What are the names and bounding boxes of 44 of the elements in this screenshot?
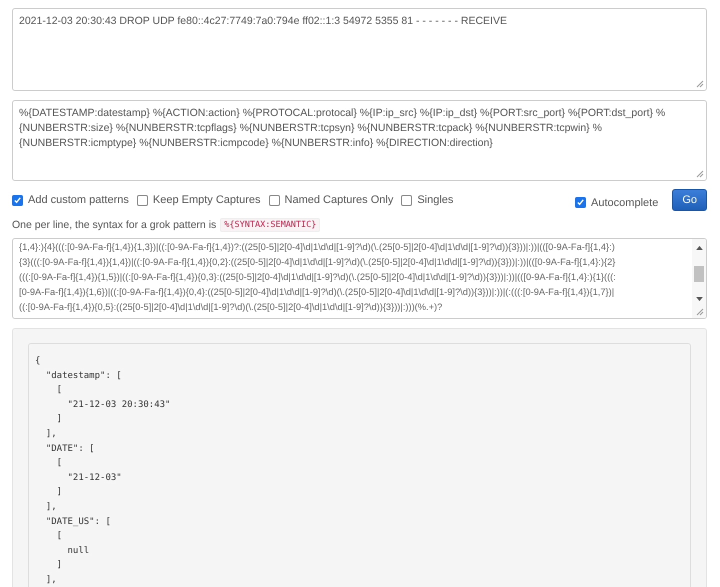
pattern-line: (((:[0-9A-Fa-f]{1,4}){1,5})|((:[0-9A-Fa-f]{1,4}){0,3}:((25[0-5]|2[0-4]\d|1\d\d|[1-9]?\d)(\.(25[0-5]|2[0-4]\d|1\d\d|[1-9]?\d)){3}))|:))|(([0-9A-Fa-f]{1,4}:){1}(((:	[19, 271, 617, 284]
checkbox[interactable]	[268, 194, 280, 206]
json-line: [	[56, 530, 64, 544]
resize-grip-icon[interactable]	[696, 308, 704, 316]
go-button[interactable]: Go	[672, 189, 707, 211]
json-line: null	[66, 544, 90, 558]
json-line: "21-12-03"	[66, 472, 123, 485]
syntax-code: %{SYNTAX:SEMANTIC}	[220, 218, 320, 232]
pattern-line: ((:[0-9A-Fa-f]{1,4}){0,5}:((25[0-5]|2[0-4]\d|1\d\d|[1-9]?\d)(\.(25[0-5]|2[0-4]\d|1\d\d|[1-9]?\d)){3}))|:)))(%.+)?	[19, 301, 444, 314]
checkbox[interactable]	[12, 194, 23, 206]
resize-grip-icon[interactable]	[696, 80, 704, 88]
custom-patterns-field[interactable]	[12, 238, 707, 319]
pattern-input-field[interactable]: %{DATESTAMP:datestamp} %{ACTION:action} %{PROTOCAL:protocal} %{IP:ip_src} %{IP:ip_dst} %{PORT:src_port} %{PORT:dst_port} %{NUNBERSTR:size} %{NUNBERSTR:tcpflags} %{NUNBERSTR:tcpsyn} %{NUNBERSTR:tcpack} %{NUNBERSTR:tcpwin} %{NUNBERSTR:icmptype} %{NUNBERSTR:icmpcode} %{NUNBERSTR:info} %{DIRECTION:direction}	[12, 100, 707, 181]
json-line: ],	[44, 574, 58, 587]
option-label[interactable]: Autocomplete	[591, 196, 658, 208]
checkbox[interactable]	[136, 194, 148, 206]
json-line: ]	[56, 413, 64, 426]
scroll-up-icon[interactable]	[696, 245, 702, 250]
checkbox[interactable]	[401, 194, 412, 206]
json-line: ]	[56, 559, 64, 572]
json-line: {	[35, 355, 42, 368]
option-label[interactable]: Named Captures Only	[284, 194, 394, 206]
pattern-line: {3}(((:[0-9A-Fa-f]{1,4}){1,4})|((:[0-9A-Fa-f]{1,4}){0,2}:((25[0-5]|2[0-4]\d|1\d\d|[1-9]?\d)(\.(25[0-5]|2[0-4]\d|1\d\d|[1-9]?\d)){3}))|:))|(([0-9A-Fa-f]{1,4}:){2}	[19, 256, 616, 269]
json-line: [	[56, 384, 64, 398]
scroll-down-icon[interactable]	[696, 297, 702, 302]
json-line: "DATE": [	[44, 442, 96, 456]
resize-grip-icon[interactable]	[696, 170, 704, 178]
pattern-line: [0-9A-Fa-f]{1,4}){1,6})|((:[0-9A-Fa-f]{1,4}){0,4}:((25[0-5]|2[0-4]\d|1\d\d|[1-9]?\d)(\.(25[0-5]|2[0-4]\d|1\d\d|[1-9]?\d)){3}))|:))|(:(((:[0-9A-Fa-f]{1,4}){1,7})|	[19, 286, 616, 299]
checkbox[interactable]	[575, 197, 586, 208]
json-line: [	[56, 457, 64, 470]
json-line: "DATE_US": [	[44, 516, 112, 529]
json-line: ],	[44, 500, 58, 514]
json-line: "datestamp": [	[44, 370, 123, 383]
hint-text: One per line, the syntax for a grok pattern is	[12, 219, 216, 231]
option-label[interactable]: Singles	[417, 194, 454, 206]
scroll-thumb[interactable]	[694, 266, 704, 282]
option-label[interactable]: Add custom patterns	[28, 194, 129, 206]
json-line: ],	[44, 428, 58, 441]
option-label[interactable]: Keep Empty Captures	[152, 194, 261, 206]
json-line: ]	[56, 486, 64, 500]
scrollbar[interactable]	[692, 239, 706, 318]
json-line: "21-12-03 20:30:43"	[66, 398, 172, 412]
pattern-line: {1,4}:){4}(((:[0-9A-Fa-f]{1,4}){1,3})|((:[0-9A-Fa-f]{1,4})?:((25[0-5]|2[0-4]\d|1\d\d|[1-9]?\d)(\.(25[0-5]|2[0-4]\d|1\d\d|[1-9]?\d)){3}))|:))|(([0-9A-Fa-f]{1,4}:)	[19, 241, 616, 254]
log-input-field[interactable]: 2021-12-03 20:30:43 DROP UDP fe80::4c27:7749:7a0:794e ff02::1:3 54972 5355 81 - - - - - - - RECEIVE	[12, 8, 707, 91]
